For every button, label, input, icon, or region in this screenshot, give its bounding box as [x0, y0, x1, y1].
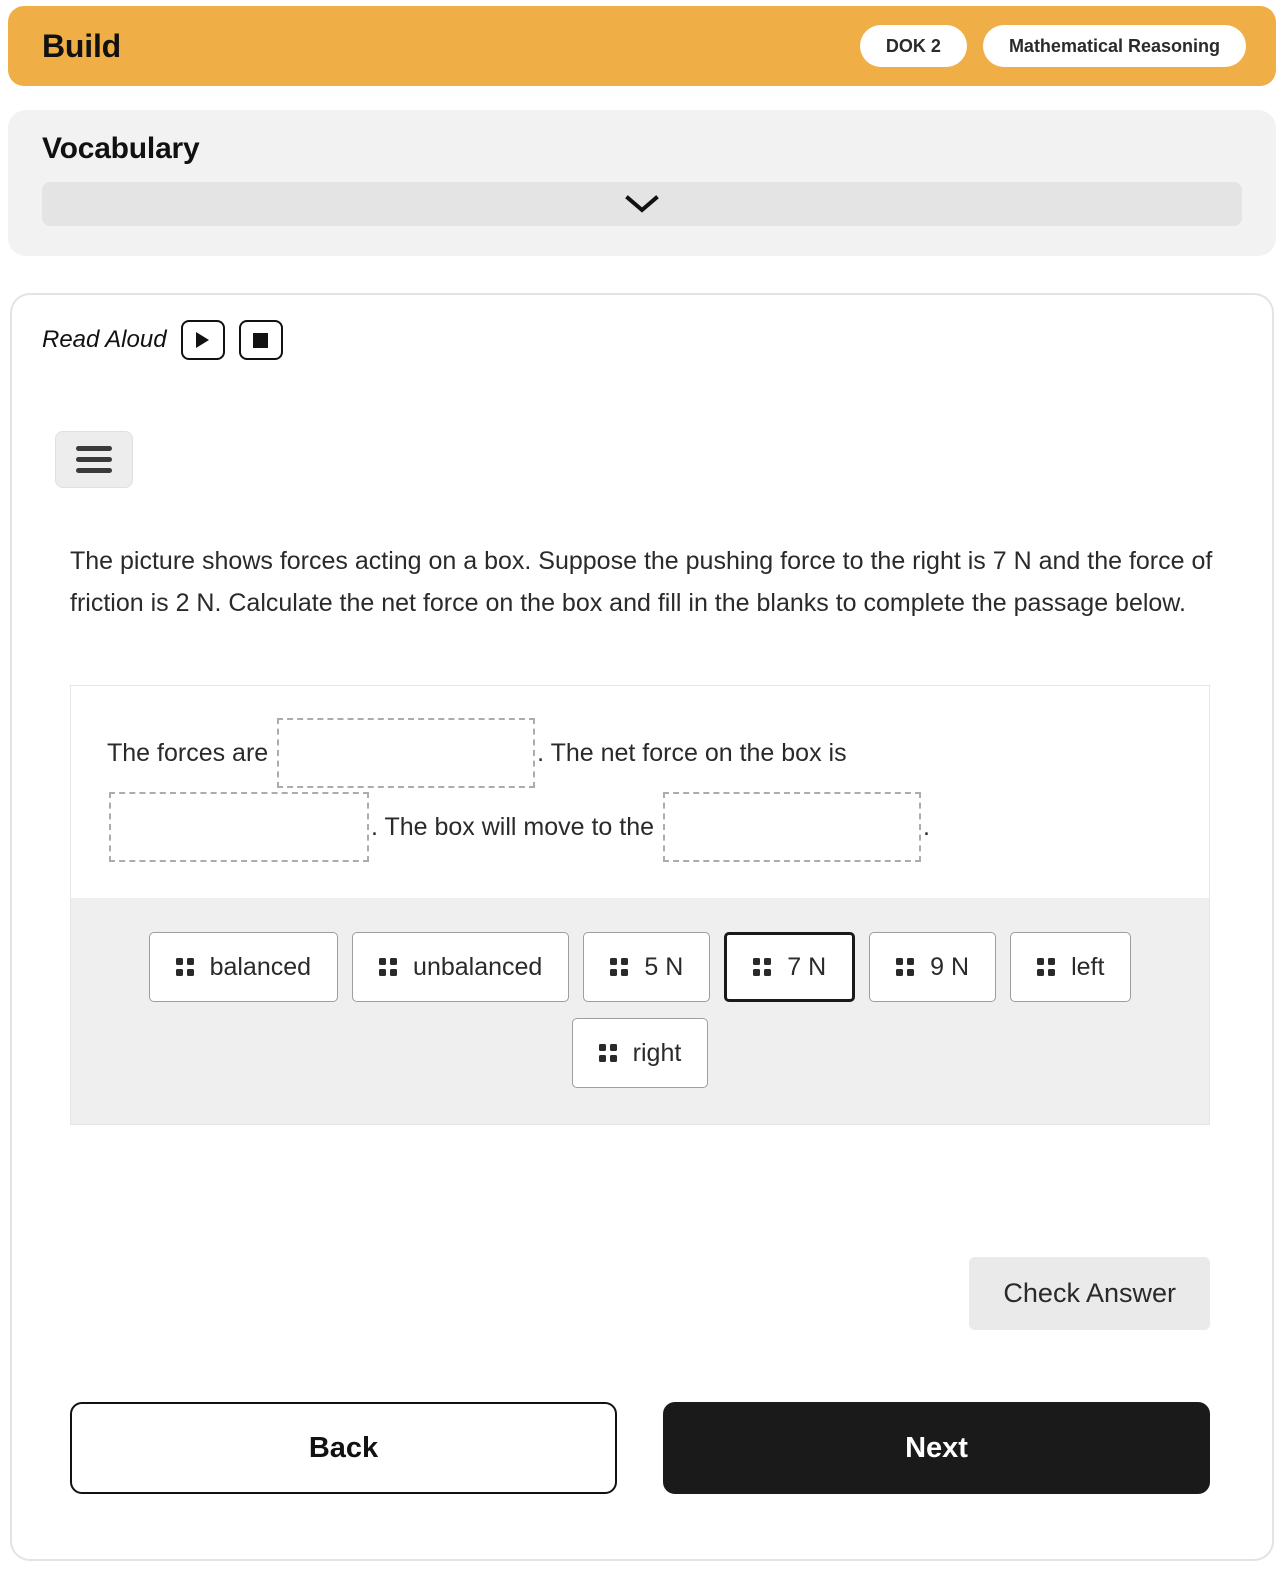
drag-handle-icon[interactable] — [610, 958, 629, 976]
cloze-text-segment: The forces are — [107, 739, 276, 767]
drag-handle-icon[interactable] — [1037, 958, 1056, 976]
drag-handle-icon[interactable] — [598, 1044, 617, 1062]
vocabulary-panel: Vocabulary — [8, 110, 1276, 256]
chevron-down-icon — [625, 195, 659, 213]
cloze-blank-2[interactable] — [109, 792, 369, 862]
cloze-text-segment: . The net force on the box is — [537, 739, 847, 767]
page-root: Build DOK 2 Mathematical Reasoning Vocab… — [0, 0, 1284, 1585]
cloze-blank-3[interactable] — [662, 792, 921, 862]
play-icon — [196, 332, 210, 348]
drag-handle-icon[interactable] — [379, 958, 398, 976]
cloze-line-2: . The box will move to the . — [107, 790, 1173, 864]
answer-chip-9n[interactable]: 9 N — [869, 932, 997, 1002]
next-button[interactable]: Next — [663, 1402, 1210, 1494]
drag-handle-icon[interactable] — [175, 958, 194, 976]
cloze-body: The forces are . The net force on the bo… — [71, 686, 1209, 898]
cloze-blank-1[interactable] — [277, 718, 536, 788]
stop-icon — [253, 332, 269, 348]
answer-chip-label: 7 N — [787, 952, 827, 981]
hamburger-menu-icon-bar — [76, 457, 112, 462]
check-answer-row: Check Answer — [70, 1257, 1210, 1330]
answer-chip-7n[interactable]: 7 N — [724, 932, 856, 1002]
drag-handle-icon[interactable] — [753, 958, 772, 976]
read-aloud-controls: Read Aloud — [42, 320, 283, 360]
standard-badge[interactable]: Mathematical Reasoning — [982, 25, 1246, 67]
activity-card: Read Aloud The picture shows forces acti… — [10, 293, 1274, 1561]
answer-chip-label: right — [632, 1038, 682, 1067]
hamburger-menu-icon-bar — [76, 446, 112, 451]
answer-chip-5n[interactable]: 5 N — [583, 932, 711, 1002]
answer-chip-unbalanced[interactable]: unbalanced — [352, 932, 570, 1002]
hamburger-menu-icon-bar — [76, 468, 112, 473]
cloze-text-segment: . — [922, 813, 930, 841]
app-header: Build DOK 2 Mathematical Reasoning — [8, 6, 1276, 86]
cloze-passage: The forces are . The net force on the bo… — [70, 685, 1210, 1125]
dok-badge[interactable]: DOK 2 — [859, 25, 967, 67]
chip-row-2: right — [71, 1018, 1209, 1088]
cloze-line-1: The forces are . The net force on the bo… — [107, 716, 1173, 790]
vocabulary-select[interactable] — [42, 182, 1242, 226]
back-button[interactable]: Back — [70, 1402, 617, 1494]
read-aloud-label: Read Aloud — [42, 326, 167, 353]
answer-chip-tray: balanced unbalanced 5 N 7 N 9 N left rig… — [71, 898, 1209, 1124]
question-prompt: The picture shows forces acting on a box… — [70, 547, 1213, 617]
answer-chip-right[interactable]: right — [571, 1018, 709, 1088]
navigation-buttons: Back Next — [70, 1402, 1210, 1494]
answer-chip-label: left — [1071, 952, 1105, 981]
hamburger-menu-button[interactable] — [55, 431, 133, 488]
answer-chip-balanced[interactable]: balanced — [148, 932, 339, 1002]
vocabulary-title: Vocabulary — [42, 132, 200, 165]
answer-chip-label: 5 N — [644, 952, 684, 981]
read-aloud-stop-button[interactable] — [238, 320, 283, 360]
cloze-text-segment: . The box will move to the — [371, 813, 661, 841]
chip-row-1: balanced unbalanced 5 N 7 N 9 N left — [71, 932, 1209, 1002]
answer-chip-label: 9 N — [930, 952, 970, 981]
check-answer-button[interactable]: Check Answer — [969, 1257, 1210, 1330]
answer-chip-label: unbalanced — [413, 952, 543, 981]
answer-chip-left[interactable]: left — [1010, 932, 1132, 1002]
header-badges: DOK 2 Mathematical Reasoning — [859, 25, 1246, 67]
answer-chip-label: balanced — [209, 952, 312, 981]
read-aloud-play-button[interactable] — [180, 320, 225, 360]
page-title: Build — [42, 27, 121, 64]
drag-handle-icon[interactable] — [896, 958, 915, 976]
